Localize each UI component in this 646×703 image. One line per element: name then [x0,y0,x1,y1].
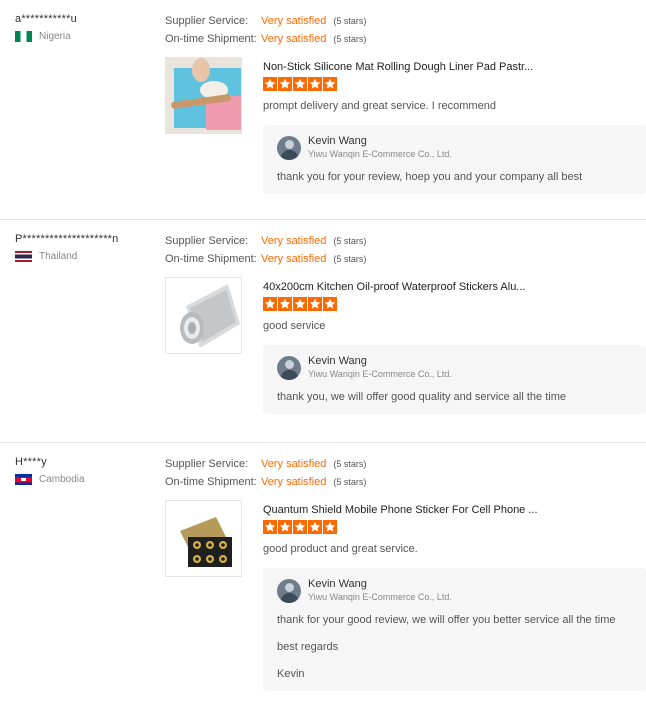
star-icon [308,77,322,91]
rating-stars-text: (5 stars) [333,16,367,26]
reply-header: Kevin Wang Yiwu Wanqin E-Commerce Co., L… [277,578,631,603]
product-info: 40x200cm Kitchen Oil-proof Waterproof St… [263,281,646,332]
rating-label: Supplier Service: [165,15,249,27]
seller-name: Kevin Wang [308,578,367,590]
rating-stars-text: (5 stars) [333,459,367,469]
seller-company: Yiwu Wanqin E-Commerce Co., Ltd. [308,369,452,379]
rating-stars-text: (5 stars) [333,236,367,246]
reply-header: Kevin Wang Yiwu Wanqin E-Commerce Co., L… [277,355,631,380]
rating-value: Very satisfied [261,476,327,488]
seller-name: Kevin Wang [308,355,367,367]
product-star-rating [263,297,646,313]
star-icon [323,520,337,534]
rating-label: Supplier Service: [165,235,249,247]
reply-text: best regards [277,641,339,653]
review-comment: good product and great service. [263,543,418,555]
buyer-info: H****y Cambodia [15,455,155,485]
rating-value: Very satisfied [261,253,327,265]
product-title-link[interactable]: Quantum Shield Mobile Phone Sticker For … [263,504,646,516]
reply-text: thank you for your review, hoep you and … [277,171,583,183]
buyer-country: Nigeria [15,31,155,42]
rating-label: On-time Shipment: [165,33,257,45]
product-title-link[interactable]: Non-Stick Silicone Mat Rolling Dough Lin… [263,61,646,73]
buyer-name: P********************n [15,233,119,245]
star-icon [308,297,322,311]
review-body: Supplier Service: Very satisfied (5 star… [165,232,646,414]
review-body: Supplier Service: Very satisfied (5 star… [165,455,646,691]
seller-reply: Kevin Wang Yiwu Wanqin E-Commerce Co., L… [263,125,646,194]
avatar [277,136,301,160]
rating-value: Very satisfied [261,33,327,45]
ontime-shipment-rating: On-time Shipment: Very satisfied (5 star… [165,30,646,48]
buyer-name: H****y [15,456,47,468]
buyer-name: a***********u [15,13,77,25]
product-info: Non-Stick Silicone Mat Rolling Dough Lin… [263,61,646,112]
star-icon [293,297,307,311]
country-name: Thailand [39,251,78,262]
product-thumbnail[interactable] [165,277,242,354]
star-icon [278,520,292,534]
nigeria-flag-icon [15,31,32,42]
review-comment: good service [263,320,326,332]
rating-stars-text: (5 stars) [333,477,367,487]
seller-company: Yiwu Wanqin E-Commerce Co., Ltd. [308,149,452,159]
review-comment: prompt delivery and great service. I rec… [263,100,496,112]
star-icon [323,77,337,91]
buyer-country: Thailand [15,251,155,262]
reply-text: thank you, we will offer good quality an… [277,391,567,403]
reply-text: thank for your good review, we will offe… [277,614,616,626]
reply-header: Kevin Wang Yiwu Wanqin E-Commerce Co., L… [277,135,631,160]
ontime-shipment-rating: On-time Shipment: Very satisfied (5 star… [165,250,646,268]
cambodia-flag-icon [15,474,32,485]
star-icon [263,297,277,311]
country-name: Cambodia [39,474,85,485]
star-icon [278,297,292,311]
rating-value: Very satisfied [261,458,327,470]
star-icon [293,77,307,91]
supplier-service-rating: Supplier Service: Very satisfied (5 star… [165,455,646,473]
supplier-service-rating: Supplier Service: Very satisfied (5 star… [165,232,646,250]
rating-stars-text: (5 stars) [333,34,367,44]
product-section: Quantum Shield Mobile Phone Sticker For … [165,500,646,578]
star-icon [293,520,307,534]
rating-label: On-time Shipment: [165,476,257,488]
avatar [277,579,301,603]
product-info: Quantum Shield Mobile Phone Sticker For … [263,504,646,555]
review-card: P********************n Thailand Supplier… [0,220,646,443]
star-icon [323,297,337,311]
star-icon [263,77,277,91]
country-name: Nigeria [39,31,71,42]
buyer-info: P********************n Thailand [15,232,155,262]
seller-name: Kevin Wang [308,135,367,147]
product-section: Non-Stick Silicone Mat Rolling Dough Lin… [165,57,646,135]
seller-reply: Kevin Wang Yiwu Wanqin E-Commerce Co., L… [263,568,646,691]
buyer-country: Cambodia [15,474,155,485]
avatar [277,356,301,380]
seller-company: Yiwu Wanqin E-Commerce Co., Ltd. [308,592,452,602]
star-icon [308,520,322,534]
rating-stars-text: (5 stars) [333,254,367,264]
seller-reply: Kevin Wang Yiwu Wanqin E-Commerce Co., L… [263,345,646,414]
rating-label: Supplier Service: [165,458,249,470]
rating-value: Very satisfied [261,235,327,247]
review-body: Supplier Service: Very satisfied (5 star… [165,12,646,194]
product-title-link[interactable]: 40x200cm Kitchen Oil-proof Waterproof St… [263,281,646,293]
product-star-rating [263,77,646,93]
thailand-flag-icon [15,251,32,262]
product-star-rating [263,520,646,536]
product-thumbnail[interactable] [165,500,242,577]
ontime-shipment-rating: On-time Shipment: Very satisfied (5 star… [165,473,646,491]
star-icon [263,520,277,534]
rating-label: On-time Shipment: [165,253,257,265]
star-icon [278,77,292,91]
review-card: H****y Cambodia Supplier Service: Very s… [0,443,646,703]
product-thumbnail[interactable] [165,57,242,134]
product-section: 40x200cm Kitchen Oil-proof Waterproof St… [165,277,646,355]
supplier-service-rating: Supplier Service: Very satisfied (5 star… [165,12,646,30]
rating-value: Very satisfied [261,15,327,27]
review-card: a***********u Nigeria Supplier Service: … [0,0,646,220]
buyer-info: a***********u Nigeria [15,12,155,42]
reply-text: Kevin [277,668,305,680]
